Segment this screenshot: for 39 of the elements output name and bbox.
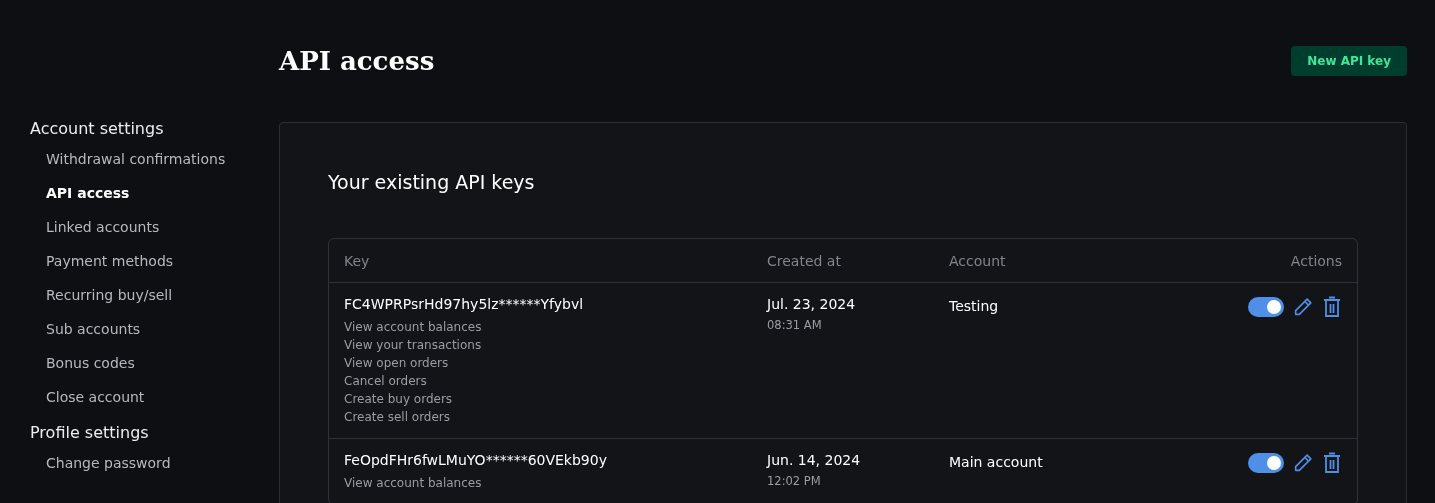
sidebar-item[interactable]: Recurring buy/sell	[30, 287, 279, 303]
edit-icon[interactable]	[1292, 296, 1314, 318]
toggle-switch[interactable]	[1248, 453, 1284, 473]
permission-text: Cancel orders	[344, 373, 428, 390]
permission-text: Create sell orders	[344, 409, 452, 426]
sidebar-item[interactable]: Withdrawal confirmations	[30, 151, 279, 167]
permission-text: View account balances	[344, 475, 483, 492]
column-header: Created at	[767, 253, 841, 269]
permission-text: Create buy orders	[344, 391, 454, 408]
sidebar-heading: Profile settings	[30, 423, 150, 442]
sidebar-item[interactable]: API access	[30, 185, 279, 201]
created-time: 12:02 PM	[767, 474, 822, 488]
sidebar-item[interactable]: Payment methods	[30, 253, 279, 269]
sidebar-heading: Account settings	[30, 119, 165, 138]
column-header: Actions	[1290, 253, 1342, 269]
sidebar-item[interactable]: Close account	[30, 389, 279, 405]
permission-text: View open orders	[344, 355, 450, 372]
edit-icon[interactable]	[1292, 452, 1314, 474]
new-api-key-button[interactable]: New API key	[1291, 46, 1407, 76]
column-header: Key	[344, 253, 370, 269]
permission-text: View account balances	[344, 319, 483, 336]
delete-icon[interactable]	[1322, 452, 1342, 474]
api-key: FC4WPRPsrHd97hy5lz******Yfybvl	[344, 296, 767, 312]
column-header: Account	[949, 253, 1006, 269]
created-date: Jun. 14, 2024	[767, 452, 862, 468]
permission-text: View your transactions	[344, 337, 483, 354]
toggle-switch[interactable]	[1248, 297, 1284, 317]
created-time: 08:31 AM	[767, 318, 823, 332]
card-title: Your existing API keys	[328, 171, 536, 193]
created-date: Jul. 23, 2024	[767, 296, 857, 312]
page-title: API access	[279, 46, 435, 76]
sidebar-item[interactable]: Bonus codes	[30, 355, 279, 371]
sidebar-item[interactable]: Linked accounts	[30, 219, 279, 235]
sidebar-item[interactable]: Change password	[30, 455, 279, 471]
account-name: Testing	[949, 298, 999, 314]
sidebar-item[interactable]: Sub accounts	[30, 321, 279, 337]
delete-icon[interactable]	[1322, 296, 1342, 318]
account-name: Main account	[949, 454, 1043, 470]
api-key: FeOpdFHr6fwLMuYO******60VEkb90y	[344, 452, 767, 468]
